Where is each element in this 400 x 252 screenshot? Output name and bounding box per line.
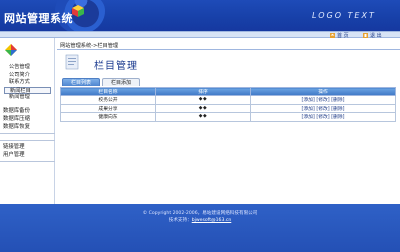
actions-cell: [添加] [修改] [删除]: [250, 95, 396, 105]
page-title: 栏目管理: [94, 61, 138, 72]
sidebar-divider: [0, 161, 55, 162]
cube-logo-icon: [72, 5, 84, 17]
sidebar-item-db-compress[interactable]: 数据库压缩: [0, 115, 55, 123]
document-icon: [65, 54, 79, 70]
sidebar-item-links[interactable]: 链接管理: [0, 143, 55, 151]
category-name-cell: 成果分享: [60, 103, 156, 113]
column-header-order: 排序: [155, 87, 251, 96]
exit-icon: [363, 32, 368, 38]
sidebar-item-db-restore[interactable]: 数据库恢复: [0, 123, 55, 131]
sidebar-item-notice[interactable]: 公告管理: [0, 64, 55, 72]
sidebar-group-content: 公告管理 公司简介 联系方式 新闻栏目 新闻管理: [0, 64, 55, 101]
sidebar-logo-icon: [5, 44, 17, 56]
add-link[interactable]: [添加]: [301, 107, 314, 112]
sort-arrows[interactable]: ◆◆: [155, 103, 251, 113]
edit-link[interactable]: [修改]: [316, 107, 329, 112]
logo-text: LOGO TEXT: [312, 11, 376, 20]
sidebar-item-news-manage[interactable]: 新闻管理: [0, 94, 55, 102]
table-row: 成果分享 ◆◆ [添加] [修改] [删除]: [60, 103, 396, 113]
main-content: 网站管理系统->栏目管理 栏目管理 栏目列表 栏目添加 栏目名称 排序 操作 校…: [57, 38, 400, 208]
table-row: 校务公开 ◆◆ [添加] [修改] [删除]: [60, 95, 396, 105]
category-name-cell: 校务公开: [60, 95, 156, 105]
sidebar-group-other: 链接管理 用户管理: [0, 138, 55, 164]
top-toolbar: 首 页 退 出: [0, 31, 400, 39]
sort-arrows[interactable]: ◆◆: [155, 112, 251, 122]
table-row: 健康向东 ◆◆ [添加] [修改] [删除]: [60, 112, 396, 122]
footer-email-link[interactable]: bjwesoft@163.cn: [192, 218, 232, 223]
sidebar-item-users[interactable]: 用户管理: [0, 151, 55, 159]
sort-arrows[interactable]: ◆◆: [155, 95, 251, 105]
add-link[interactable]: [添加]: [301, 115, 314, 120]
breadcrumb: 网站管理系统->栏目管理: [60, 43, 119, 49]
category-name-cell: 健康向东: [60, 112, 156, 122]
sidebar-item-news-category[interactable]: 新闻栏目: [4, 86, 51, 94]
category-table: 栏目名称 排序 操作 校务公开 ◆◆ [添加] [修改] [删除] 成果分享 ◆…: [60, 87, 396, 122]
footer: © Copyright 2002-2006，易站建设网络科技有限公司 技术支持：…: [0, 204, 400, 252]
breadcrumb-divider: [57, 49, 400, 50]
sidebar-divider: [0, 140, 55, 141]
column-header-name: 栏目名称: [60, 87, 156, 96]
header-banner: 网站管理系统 LOGO TEXT: [0, 0, 400, 31]
delete-link[interactable]: [删除]: [331, 115, 344, 120]
sidebar-item-db-backup[interactable]: 数据库备份: [0, 107, 55, 115]
footer-contact-label: 技术支持：: [168, 218, 192, 223]
sidebar-divider: [0, 133, 55, 134]
edit-link[interactable]: [修改]: [316, 115, 329, 120]
home-icon: [330, 32, 335, 38]
sidebar-group-database: 数据库备份 数据库压缩 数据库恢复: [0, 107, 55, 136]
column-header-actions: 操作: [250, 87, 396, 96]
actions-cell: [添加] [修改] [删除]: [250, 112, 396, 122]
sidebar-item-company-intro[interactable]: 公司简介: [0, 72, 55, 80]
tab-bar: 栏目列表 栏目添加: [62, 78, 141, 86]
table-header-row: 栏目名称 排序 操作: [60, 87, 396, 96]
delete-link[interactable]: [删除]: [331, 98, 344, 103]
sidebar: 公告管理 公司简介 联系方式 新闻栏目 新闻管理 数据库备份 数据库压缩 数据库…: [0, 38, 55, 208]
add-link[interactable]: [添加]: [301, 98, 314, 103]
delete-link[interactable]: [删除]: [331, 107, 344, 112]
footer-copyright: © Copyright 2002-2006，易站建设网络科技有限公司: [142, 211, 258, 216]
actions-cell: [添加] [修改] [删除]: [250, 103, 396, 113]
sidebar-item-contact[interactable]: 联系方式: [0, 79, 55, 87]
app-title: 网站管理系统: [4, 12, 73, 25]
edit-link[interactable]: [修改]: [316, 98, 329, 103]
tab-category-list[interactable]: 栏目列表: [62, 78, 101, 86]
footer-contact: 技术支持：bjwesoft@163.cn: [0, 217, 400, 223]
tab-category-add[interactable]: 栏目添加: [102, 78, 141, 86]
